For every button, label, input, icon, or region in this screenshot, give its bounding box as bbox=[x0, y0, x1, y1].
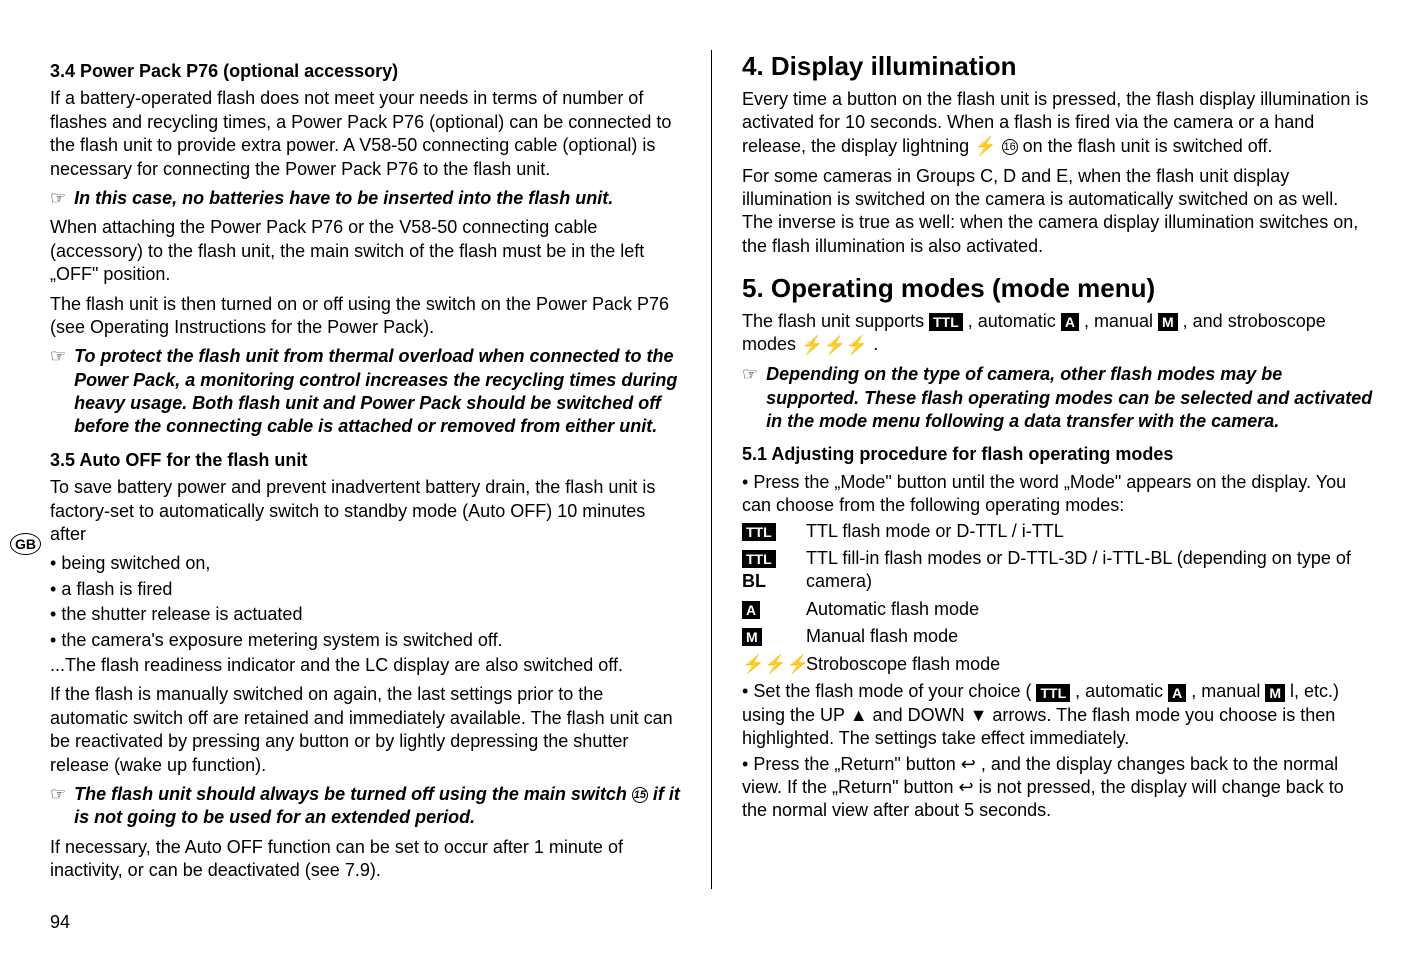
note-text: The flash unit should always be turned o… bbox=[74, 783, 681, 830]
text: , automatic bbox=[963, 311, 1061, 331]
text: Set the flash mode of your choice ( bbox=[753, 681, 1036, 701]
note: ☞ To protect the flash unit from thermal… bbox=[50, 345, 681, 439]
strobo-icon: ⚡⚡⚡ bbox=[742, 653, 809, 676]
m-badge: M bbox=[1158, 313, 1178, 331]
para: ...The flash readiness indicator and the… bbox=[50, 654, 681, 677]
circled-number-icon: 16 bbox=[1002, 139, 1018, 155]
para: To save battery power and prevent inadve… bbox=[50, 476, 681, 546]
heading-5: 5. Operating modes (mode menu) bbox=[742, 272, 1373, 306]
m-badge: M bbox=[742, 628, 762, 646]
mode-icon: TTL BL bbox=[742, 547, 792, 594]
page-number: 94 bbox=[50, 911, 70, 934]
para: For some cameras in Groups C, D and E, w… bbox=[742, 165, 1373, 259]
left-column: 3.4 Power Pack P76 (optional accessory) … bbox=[50, 50, 681, 889]
mode-row: A Automatic flash mode bbox=[742, 598, 1373, 621]
pointing-hand-icon: ☞ bbox=[50, 187, 66, 210]
note-text: To protect the flash unit from thermal o… bbox=[74, 345, 681, 439]
note: ☞ In this case, no batteries have to be … bbox=[50, 187, 681, 210]
language-badge: GB bbox=[10, 533, 41, 555]
list-item: the shutter release is actuated bbox=[50, 603, 681, 626]
para: If the flash is manually switched on aga… bbox=[50, 683, 681, 777]
bullet-list: Press the „Mode" button until the word „… bbox=[742, 471, 1373, 518]
m-badge: M bbox=[1265, 684, 1285, 702]
mode-icon: A bbox=[742, 598, 792, 621]
text: , manual bbox=[1079, 311, 1158, 331]
pointing-hand-icon: ☞ bbox=[50, 783, 66, 830]
ttl-badge: TTL bbox=[929, 313, 963, 331]
heading-5-1: 5.1 Adjusting procedure for flash operat… bbox=[742, 443, 1373, 466]
right-column: 4. Display illumination Every time a but… bbox=[742, 50, 1373, 889]
mode-row: M Manual flash mode bbox=[742, 625, 1373, 648]
para: When attaching the Power Pack P76 or the… bbox=[50, 216, 681, 286]
strobo-icon: ⚡⚡⚡ bbox=[801, 334, 868, 357]
para: Every time a button on the flash unit is… bbox=[742, 88, 1373, 159]
pointing-hand-icon: ☞ bbox=[50, 345, 66, 439]
para: If a battery-operated flash does not mee… bbox=[50, 87, 681, 181]
list-item: Press the „Return" button ↩ , and the di… bbox=[742, 753, 1373, 823]
list-item: Press the „Mode" button until the word „… bbox=[742, 471, 1373, 518]
mode-desc: Manual flash mode bbox=[806, 625, 958, 648]
ttl-badge: TTL bbox=[742, 550, 776, 568]
text: on the flash unit is switched off. bbox=[1018, 136, 1273, 156]
mode-row: TTL TTL flash mode or D-TTL / i-TTL bbox=[742, 520, 1373, 543]
heading-3-5: 3.5 Auto OFF for the flash unit bbox=[50, 449, 681, 472]
bullet-list: being switched on, a flash is fired the … bbox=[50, 552, 681, 652]
pointing-hand-icon: ☞ bbox=[742, 363, 758, 433]
list-item: a flash is fired bbox=[50, 578, 681, 601]
text: , manual bbox=[1186, 681, 1265, 701]
circled-number-icon: 15 bbox=[632, 787, 648, 803]
column-divider bbox=[711, 50, 712, 889]
list-item: being switched on, bbox=[50, 552, 681, 575]
note-text-pre: The flash unit should always be turned o… bbox=[74, 784, 632, 804]
page-content: 3.4 Power Pack P76 (optional accessory) … bbox=[0, 0, 1423, 909]
bl-suffix: BL bbox=[742, 571, 766, 591]
para: The flash unit is then turned on or off … bbox=[50, 293, 681, 340]
mode-icon: TTL bbox=[742, 520, 792, 543]
flash-icon: ⚡ bbox=[974, 135, 996, 158]
heading-3-4: 3.4 Power Pack P76 (optional accessory) bbox=[50, 60, 681, 83]
mode-row: TTL BL TTL fill-in flash modes or D-TTL-3… bbox=[742, 547, 1373, 594]
a-badge: A bbox=[742, 601, 760, 619]
list-item: the camera's exposure metering system is… bbox=[50, 629, 681, 652]
mode-desc: TTL fill-in flash modes or D-TTL-3D / i-… bbox=[806, 547, 1373, 594]
note-text: In this case, no batteries have to be in… bbox=[74, 187, 613, 210]
para: The flash unit supports TTL , automatic … bbox=[742, 310, 1373, 357]
mode-row: ⚡⚡⚡ Stroboscope flash mode bbox=[742, 653, 1373, 677]
a-badge: A bbox=[1168, 684, 1186, 702]
mode-desc: TTL flash mode or D-TTL / i-TTL bbox=[806, 520, 1064, 543]
mode-icon: ⚡⚡⚡ bbox=[742, 653, 792, 677]
para: If necessary, the Auto OFF function can … bbox=[50, 836, 681, 883]
note: ☞ Depending on the type of camera, other… bbox=[742, 363, 1373, 433]
mode-desc: Automatic flash mode bbox=[806, 598, 979, 621]
heading-4: 4. Display illumination bbox=[742, 50, 1373, 84]
note: ☞ The flash unit should always be turned… bbox=[50, 783, 681, 830]
ttl-badge: TTL bbox=[1036, 684, 1070, 702]
mode-icon: M bbox=[742, 625, 792, 648]
text: . bbox=[868, 334, 878, 354]
text: The flash unit supports bbox=[742, 311, 929, 331]
bullet-list: Set the flash mode of your choice ( TTL … bbox=[742, 680, 1373, 822]
mode-list: TTL TTL flash mode or D-TTL / i-TTL TTL B… bbox=[742, 520, 1373, 677]
mode-desc: Stroboscope flash mode bbox=[806, 653, 1000, 676]
text: , automatic bbox=[1070, 681, 1168, 701]
note-text: Depending on the type of camera, other f… bbox=[766, 363, 1373, 433]
a-badge: A bbox=[1061, 313, 1079, 331]
list-item: Set the flash mode of your choice ( TTL … bbox=[742, 680, 1373, 750]
ttl-badge: TTL bbox=[742, 523, 776, 541]
